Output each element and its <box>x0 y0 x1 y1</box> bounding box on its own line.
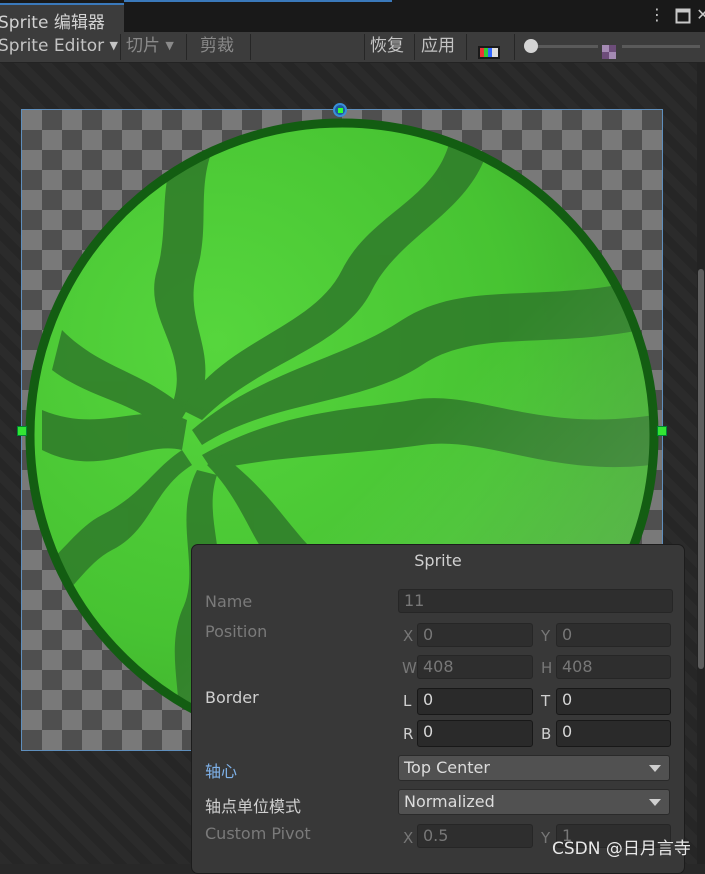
pos-x-label: X <box>403 627 414 645</box>
divider <box>186 34 187 60</box>
border-r-label: R <box>403 725 414 743</box>
pivot-unit-label: 轴点单位模式 <box>205 797 302 816</box>
tab-title: Sprite 编辑器 <box>0 13 105 33</box>
cp-y-label: Y <box>541 829 551 847</box>
trim-label: 剪裁 <box>200 36 234 56</box>
mipmap-icon <box>602 40 616 59</box>
apply-button[interactable]: 应用 <box>421 32 455 62</box>
tab-bar: Sprite 编辑器 ⋮ ✕ <box>0 0 705 33</box>
border-t-label: T <box>541 692 551 710</box>
mip-slider-track[interactable] <box>622 45 700 48</box>
pos-h-field[interactable]: 408 <box>556 655 671 679</box>
custom-pivot-label: Custom Pivot <box>205 824 311 843</box>
divider <box>514 34 515 60</box>
more-options-icon[interactable]: ⋮ <box>647 4 667 28</box>
left-resize-handle[interactable] <box>17 426 27 436</box>
apply-label: 应用 <box>421 36 455 56</box>
pos-x-field[interactable]: 0 <box>417 623 533 647</box>
border-b-label: B <box>541 725 552 743</box>
scrollbar-thumb[interactable] <box>698 269 704 669</box>
sprite-editor-toolbar: Sprite Editor ▼ 切片 ▼ 剪裁 恢复 应用 <box>0 32 705 63</box>
slice-dropdown[interactable]: 切片 ▼ <box>126 32 174 62</box>
pos-w-label: W <box>402 659 417 677</box>
pos-y-field[interactable]: 0 <box>556 623 671 647</box>
close-icon[interactable]: ✕ <box>693 4 705 28</box>
revert-label: 恢复 <box>370 36 404 56</box>
border-l-label: L <box>403 692 412 710</box>
divider <box>414 34 415 60</box>
pivot-unit-value: Normalized <box>404 792 495 811</box>
chevron-down-icon <box>649 765 661 772</box>
border-r-field[interactable]: 0 <box>417 720 533 747</box>
pivot-unit-dropdown[interactable]: Normalized <box>398 789 670 815</box>
pos-y-label: Y <box>541 627 551 645</box>
slice-label: 切片 <box>126 36 160 56</box>
mode-dropdown[interactable]: Sprite Editor ▼ <box>0 32 118 62</box>
tab-underline <box>124 0 392 2</box>
pos-w-field[interactable]: 408 <box>417 655 533 679</box>
border-t-field[interactable]: 0 <box>556 688 671 715</box>
zoom-slider-track[interactable] <box>530 45 598 48</box>
watermark: CSDN @日月言寺 <box>552 839 691 859</box>
chevron-down-icon: ▼ <box>109 39 119 52</box>
divider <box>250 34 251 60</box>
cp-x-field[interactable]: 0.5 <box>417 824 533 848</box>
name-label: Name <box>205 592 253 611</box>
border-b-field[interactable]: 0 <box>556 720 671 747</box>
revert-button[interactable]: 恢复 <box>370 32 404 62</box>
border-l-field[interactable]: 0 <box>417 688 533 715</box>
divider <box>364 34 365 60</box>
cp-x-label: X <box>403 829 414 847</box>
zoom-slider-knob[interactable] <box>524 39 538 53</box>
tab-sprite-editor[interactable]: Sprite 编辑器 <box>0 3 124 33</box>
pivot-center <box>338 108 343 113</box>
color-channel-icon[interactable] <box>478 40 500 59</box>
divider <box>466 34 467 60</box>
pivot-dropdown[interactable]: Top Center <box>398 755 670 781</box>
pivot-handle[interactable] <box>333 103 347 117</box>
divider <box>120 34 121 60</box>
border-label: Border <box>205 688 259 707</box>
chevron-down-icon: ▼ <box>165 39 174 52</box>
chevron-down-icon <box>649 799 661 806</box>
pivot-value: Top Center <box>404 758 490 777</box>
maximize-icon[interactable] <box>673 4 693 28</box>
right-resize-handle[interactable] <box>657 426 667 436</box>
vertical-scrollbar[interactable] <box>697 63 705 864</box>
trim-button[interactable]: 剪裁 <box>200 32 234 62</box>
position-label: Position <box>205 622 268 641</box>
pivot-label: 轴心 <box>205 762 238 781</box>
panel-title: Sprite <box>414 551 462 570</box>
pos-h-label: H <box>541 659 553 677</box>
mode-label: Sprite Editor <box>0 36 105 56</box>
sprite-inspector-panel: Sprite Name 11 Position X 0 Y 0 W 408 H … <box>191 544 685 874</box>
name-field[interactable]: 11 <box>398 589 673 613</box>
